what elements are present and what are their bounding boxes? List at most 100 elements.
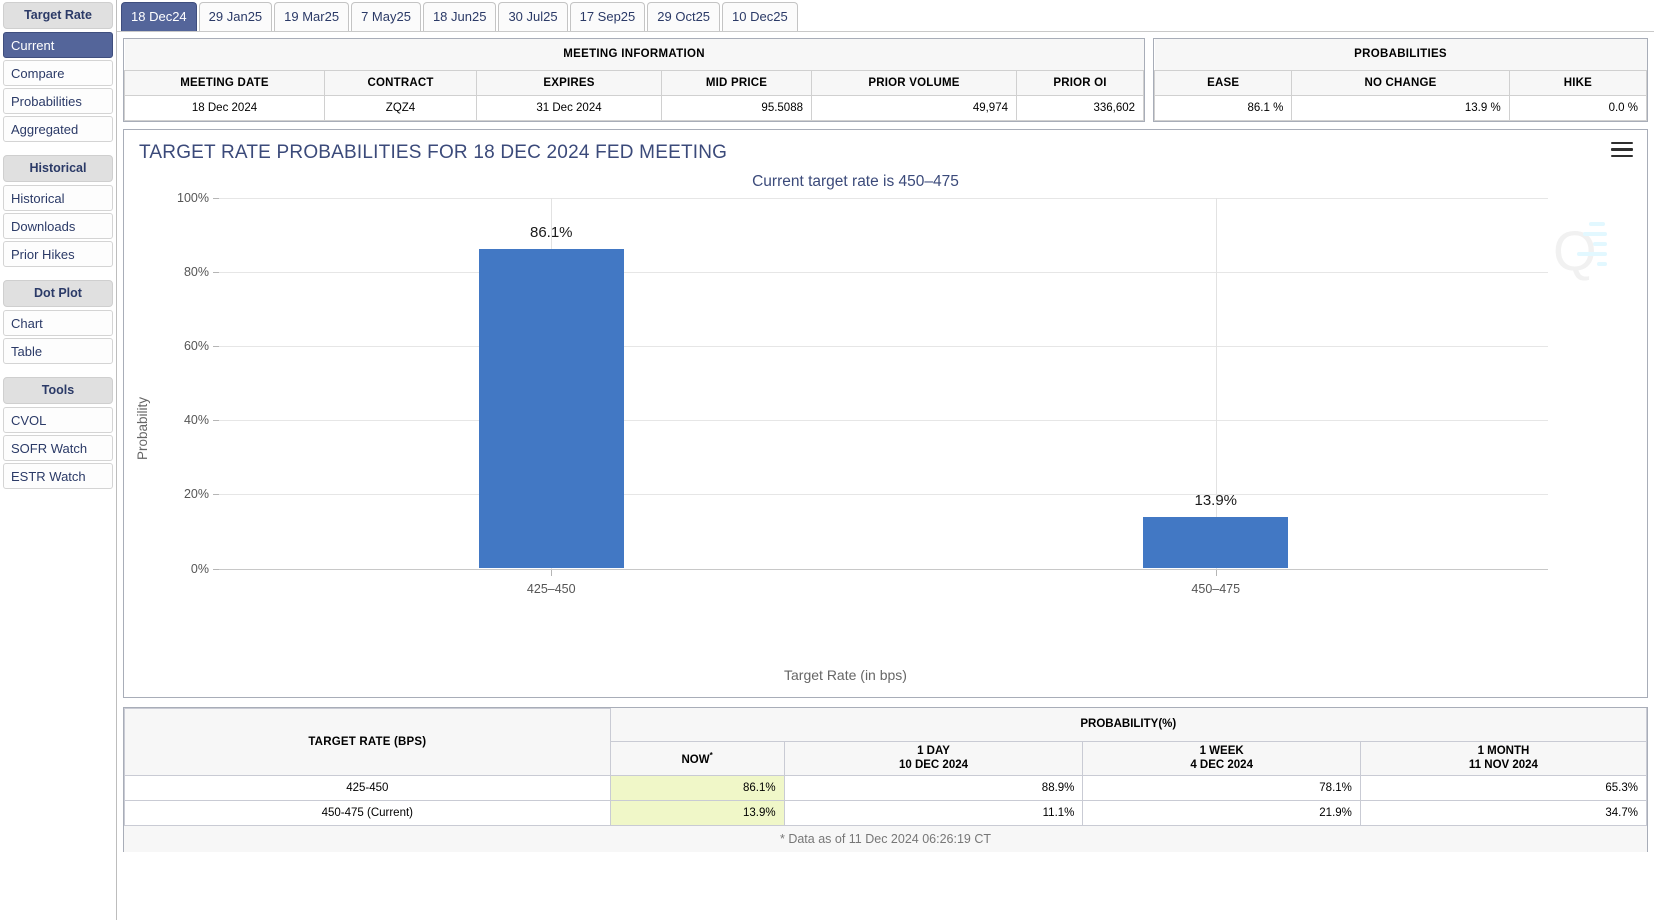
sidebar-item-prior-hikes[interactable]: Prior Hikes [3,241,113,267]
column-header: MID PRICE [661,69,812,96]
x-axis-tickmark [1215,569,1217,576]
column-header: MEETING DATE [124,69,325,96]
target-rate-cell: 425-450 [124,774,611,801]
tab-30-jul25[interactable]: 30 Jul25 [498,2,568,31]
sidebar-item-estr-watch[interactable]: ESTR Watch [3,463,113,489]
table-row: EASE NO CHANGE HIKE [1154,69,1648,96]
tab-29-oct25[interactable]: 29 Oct25 [647,2,721,31]
x-axis-tick-label: 450–475 [1191,581,1241,596]
sidebar-group-header-tools: Tools [3,377,113,404]
target-rate-bps-header: TARGET RATE (BPS) [124,707,611,776]
chart-panel: TARGET RATE PROBABILITIES FOR 18 DEC 202… [123,128,1648,698]
table-cell: 13.9 % [1291,94,1510,121]
sidebar-item-probabilities[interactable]: Probabilities [3,88,113,114]
probability-cell: 65.3% [1359,774,1648,801]
probabilities-table: PROBABILITIES EASE NO CHANGE HIKE 86.1 % 13… [1154,39,1648,121]
sidebar-item-downloads[interactable]: Downloads [3,213,113,239]
meeting-information-panel: MEETING INFORMATION MEETING DATE CONTRACT… [123,38,1146,122]
gridline [219,568,1548,570]
footnote-marker: * [709,751,713,761]
main-content: 18 Dec24 29 Jan25 19 Mar25 7 May25 18 Jun25 3… [117,0,1654,920]
column-header-line2: 4 DEC 2024 [1190,759,1253,771]
sidebar-item-aggregated[interactable]: Aggregated [3,116,113,142]
table-cell: 49,974 [811,94,1017,121]
meeting-date-tabs: 18 Dec24 29 Jan25 19 Mar25 7 May25 18 Jun25 3… [117,0,1654,32]
table-row: TARGET RATE (BPS) PROBABILITY(%) [124,707,1648,776]
sidebar-item-cvol[interactable]: CVOL [3,407,113,433]
y-axis-tickmark [213,345,219,347]
sidebar-group-spacer [3,366,113,377]
x-axis-tick-label: 425–450 [526,581,576,596]
y-axis-tick-label: 20% [183,487,209,502]
meeting-information-table: MEETING INFORMATION MEETING DATE CONTRACT… [124,39,1145,121]
meeting-information-title: MEETING INFORMATION [124,39,1144,71]
sidebar-group-spacer [3,269,113,280]
tab-19-mar25[interactable]: 19 Mar25 [274,2,350,31]
tab-17-sep25[interactable]: 17 Sep25 [569,2,646,31]
sidebar-item-historical[interactable]: Historical [3,185,113,211]
table-cell: 86.1 % [1154,94,1293,121]
tab-18-dec24[interactable]: 18 Dec24 [121,2,197,31]
column-header-line1: NOW [681,753,710,766]
table-cell: 31 Dec 2024 [476,94,662,121]
probabilities-title: PROBABILITIES [1154,39,1647,71]
column-header: EXPIRES [476,69,662,96]
y-axis-tickmark [213,494,219,496]
gridline [219,494,1548,496]
sidebar-item-table[interactable]: Table [3,338,113,364]
probability-cell: 11.1% [783,799,1084,826]
table-row: MEETING DATE CONTRACT EXPIRES MID PRICE PRIO… [124,69,1145,96]
table-row: 450-475 (Current) 13.9% 11.1% 21.9% 34.7% [124,799,1648,826]
probability-cell: 78.1% [1082,774,1361,801]
gridline [219,197,1548,199]
table-cell: 336,602 [1015,94,1145,121]
info-panels: MEETING INFORMATION MEETING DATE CONTRACT… [117,32,1654,122]
column-header-line2: 10 DEC 2024 [898,759,969,771]
probability-cell: 88.9% [783,774,1084,801]
column-header: HIKE [1508,69,1648,96]
column-header: NO CHANGE [1291,69,1510,96]
sidebar-item-sofr-watch[interactable]: SOFR Watch [3,435,113,461]
gridline [219,420,1548,422]
y-axis-tickmark [213,271,219,273]
probability-cell: 86.1% [609,774,785,801]
tab-29-jan25[interactable]: 29 Jan25 [198,2,273,31]
y-axis-tickmark [213,197,219,199]
target-rate-cell: 450-475 (Current) [124,799,611,826]
tab-10-dec25[interactable]: 10 Dec25 [722,2,798,31]
x-axis-tickmark [551,569,553,576]
column-header: EASE [1154,69,1293,96]
tab-7-may25[interactable]: 7 May25 [351,2,421,31]
y-axis-tick-label: 40% [183,413,209,428]
gridline [219,345,1548,347]
sidebar-group-header-dot-plot: Dot Plot [3,280,113,307]
column-header-line1: 1 WEEK [1199,745,1244,757]
y-axis-tick-label: 80% [183,264,209,279]
probability-group-header: PROBABILITY(%) [609,708,1648,742]
table-row: PROBABILITIES [1154,39,1647,71]
tab-18-jun25[interactable]: 18 Jun25 [422,2,497,31]
sidebar-group-spacer [3,144,113,155]
sidebar-item-current[interactable]: Current [3,32,113,58]
y-axis-tickmark [213,568,219,570]
column-header: PRIOR VOLUME [811,69,1017,96]
probability-cell: 21.9% [1082,799,1361,826]
sidebar-item-compare[interactable]: Compare [3,60,113,86]
bar[interactable] [478,249,624,569]
bar-value-label: 13.9% [1194,491,1238,509]
bar[interactable] [1143,516,1289,569]
table-cell: 0.0 % [1508,94,1648,121]
cme-fedwatch-app: Target Rate Current Compare Probabilities Ag… [0,0,1654,920]
column-header-line2: 11 NOV 2024 [1468,759,1538,771]
column-header-line1: 1 MONTH [1477,745,1530,757]
probability-column-header: NOW* [609,740,785,776]
table-footnote: * Data as of 11 Dec 2024 06:26:19 CT [124,825,1647,852]
column-header: PRIOR OI [1015,69,1145,96]
table-row: MEETING INFORMATION [124,39,1144,71]
column-header-line1: 1 DAY [917,745,950,757]
table-cell: 95.5088 [661,94,812,121]
sidebar-item-chart[interactable]: Chart [3,310,113,336]
table-cell: 18 Dec 2024 [124,94,325,121]
table-row: 425-450 86.1% 88.9% 78.1% 65.3% [124,774,1648,801]
table-row: 18 Dec 2024 ZQZ4 31 Dec 2024 95.5088 49,974 3… [124,94,1145,121]
